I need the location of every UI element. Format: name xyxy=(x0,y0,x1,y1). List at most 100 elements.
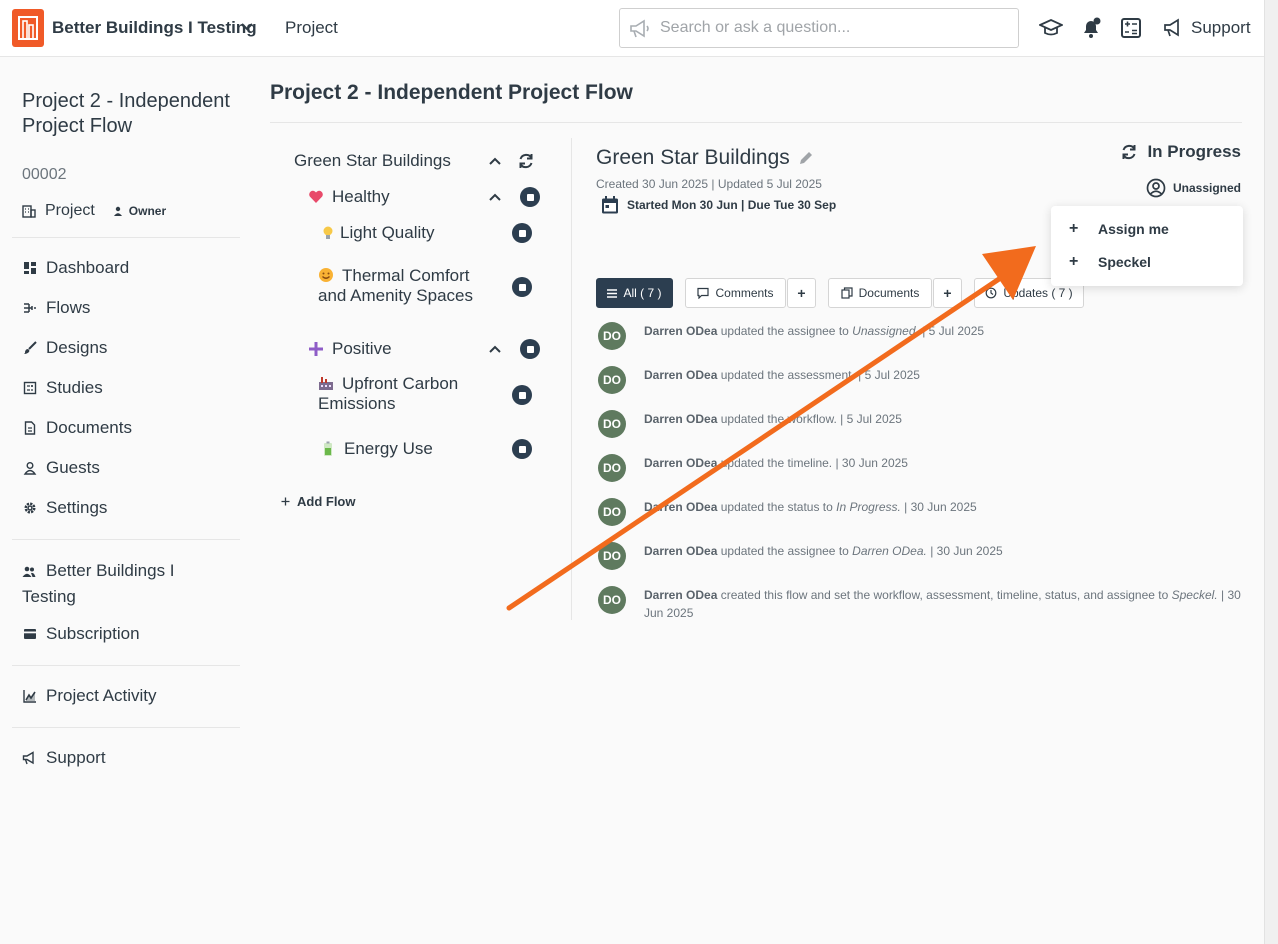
plus-icon: + xyxy=(1069,253,1079,270)
activity-user[interactable]: Darren ODea xyxy=(644,544,717,558)
sidebar-item-guests[interactable]: Guests xyxy=(22,458,100,478)
flow-dates[interactable]: Started Mon 30 Jun | Due Tue 30 Sep xyxy=(600,195,836,215)
megaphone-icon xyxy=(1164,18,1179,37)
bell-icon[interactable] xyxy=(1079,16,1103,40)
tree-item-light-quality[interactable]: Light Quality xyxy=(320,223,435,243)
speckel-option[interactable]: + Speckel xyxy=(1069,253,1151,271)
megaphone-icon xyxy=(22,751,34,765)
stop-button[interactable] xyxy=(520,339,540,359)
chevron-up-icon[interactable] xyxy=(488,190,502,204)
tab-all[interactable]: All ( 7 ) xyxy=(596,278,673,308)
plus-icon xyxy=(281,497,290,506)
activity-value: Darren ODea. xyxy=(852,544,927,558)
add-comment-button[interactable]: + xyxy=(787,278,816,308)
activity-value: Unassigned. xyxy=(852,324,919,338)
brand-logo[interactable] xyxy=(12,9,44,47)
avatar[interactable]: DO xyxy=(598,454,626,482)
avatar[interactable]: DO xyxy=(598,322,626,350)
sidebar-item-org[interactable]: Better Buildings I Testing xyxy=(22,559,222,609)
tab-documents[interactable]: Documents xyxy=(828,278,932,308)
tree-root-label: Green Star Buildings xyxy=(294,151,451,170)
avatar[interactable]: DO xyxy=(598,586,626,614)
flows-icon xyxy=(24,303,36,313)
search-box[interactable] xyxy=(619,8,1019,48)
sidebar-item-label: Better Buildings I Testing xyxy=(22,561,175,606)
sidebar-item-designs[interactable]: Designs xyxy=(22,338,107,358)
tree-item-label: Upfront Carbon Emissions xyxy=(318,374,459,413)
sidebar-item-label: Flows xyxy=(46,298,91,317)
tree-item-healthy[interactable]: Healthy xyxy=(308,187,390,207)
person-icon xyxy=(113,206,122,216)
sidebar: Project 2 - Independent Project Flow 000… xyxy=(0,57,252,944)
sidebar-item-label: Designs xyxy=(46,338,108,357)
activity-text: updated the timeline. xyxy=(720,456,833,470)
sidebar-item-dashboard[interactable]: Dashboard xyxy=(22,258,129,278)
sidebar-item-support[interactable]: Support xyxy=(22,748,106,768)
activity-user[interactable]: Darren ODea xyxy=(644,456,717,470)
tree-item-label: Positive xyxy=(332,339,392,358)
activity-date: | 30 Jun 2025 xyxy=(926,544,1003,558)
page-title: Project 2 - Independent Project Flow xyxy=(270,81,633,104)
add-document-button[interactable]: + xyxy=(933,278,962,308)
documents-icon xyxy=(841,287,853,299)
list-icon xyxy=(607,288,618,298)
avatar[interactable]: DO xyxy=(598,542,626,570)
stop-button[interactable] xyxy=(512,385,532,405)
flow-title-text: Green Star Buildings xyxy=(596,146,790,169)
calendar-icon xyxy=(602,196,618,214)
chevron-up-icon[interactable] xyxy=(488,154,502,168)
tab-comments[interactable]: Comments xyxy=(685,278,786,308)
chevron-up-icon[interactable] xyxy=(488,342,502,356)
title-divider xyxy=(270,122,1242,123)
tree-root[interactable]: Green Star Buildings xyxy=(294,151,451,171)
sidebar-item-settings[interactable]: Settings xyxy=(22,498,107,518)
avatar[interactable]: DO xyxy=(598,410,626,438)
search-input[interactable] xyxy=(660,17,1010,39)
activity-text: updated the assessment. xyxy=(720,368,855,382)
activity-user[interactable]: Darren ODea xyxy=(644,368,717,382)
sidebar-item-studies[interactable]: Studies xyxy=(22,378,103,398)
tab-label: Documents xyxy=(858,286,920,300)
tree-item-controls xyxy=(512,223,532,243)
sidebar-divider xyxy=(12,665,240,666)
stop-button[interactable] xyxy=(512,223,532,243)
add-flow-button[interactable]: Add Flow xyxy=(281,494,356,509)
activity-user[interactable]: Darren ODea xyxy=(644,500,717,514)
tree-item-thermal-comfort[interactable]: Thermal Comfort and Amenity Spaces xyxy=(318,266,488,306)
plus-icon xyxy=(309,342,323,356)
tree-item-upfront-carbon[interactable]: Upfront Carbon Emissions xyxy=(318,374,488,414)
chevron-down-icon[interactable] xyxy=(240,20,254,34)
sidebar-item-subscription[interactable]: Subscription xyxy=(22,624,140,644)
tree-item-positive[interactable]: Positive xyxy=(308,339,392,359)
sidebar-divider xyxy=(12,539,240,540)
project-label[interactable]: Project xyxy=(45,202,95,220)
graduation-cap-icon[interactable] xyxy=(1039,16,1063,40)
sidebar-item-documents[interactable]: Documents xyxy=(22,418,132,438)
status-indicator[interactable]: In Progress xyxy=(1119,142,1241,162)
org-switcher[interactable]: Better Buildings I Testing xyxy=(52,18,257,38)
comment-icon xyxy=(697,287,710,299)
activity-text: created this flow and set the workflow, … xyxy=(720,588,1172,602)
stop-button[interactable] xyxy=(520,187,540,207)
assignee-selector[interactable]: Unassigned xyxy=(1146,178,1241,198)
pencil-icon[interactable] xyxy=(798,150,814,166)
stop-button[interactable] xyxy=(512,439,532,459)
assignee-label: Unassigned xyxy=(1172,181,1241,195)
studies-icon xyxy=(23,381,37,395)
scrollbar[interactable] xyxy=(1264,0,1278,944)
stop-button[interactable] xyxy=(512,277,532,297)
sidebar-item-flows[interactable]: Flows xyxy=(22,298,90,318)
activity-user[interactable]: Darren ODea xyxy=(644,324,717,338)
activity-user[interactable]: Darren ODea xyxy=(644,412,717,426)
tree-item-energy-use[interactable]: Energy Use xyxy=(320,439,433,459)
avatar[interactable]: DO xyxy=(598,366,626,394)
refresh-icon[interactable] xyxy=(516,151,536,171)
support-link[interactable]: Support xyxy=(1163,16,1251,40)
avatar[interactable]: DO xyxy=(598,498,626,526)
assign-me-option[interactable]: + Assign me xyxy=(1069,220,1169,238)
sidebar-item-project-activity[interactable]: Project Activity xyxy=(22,686,157,706)
project-link[interactable]: Project xyxy=(285,18,338,38)
activity-user[interactable]: Darren ODea xyxy=(644,588,717,602)
activity-date: | 30 Jun 2025 xyxy=(832,456,908,470)
calculator-icon[interactable] xyxy=(1119,16,1143,40)
